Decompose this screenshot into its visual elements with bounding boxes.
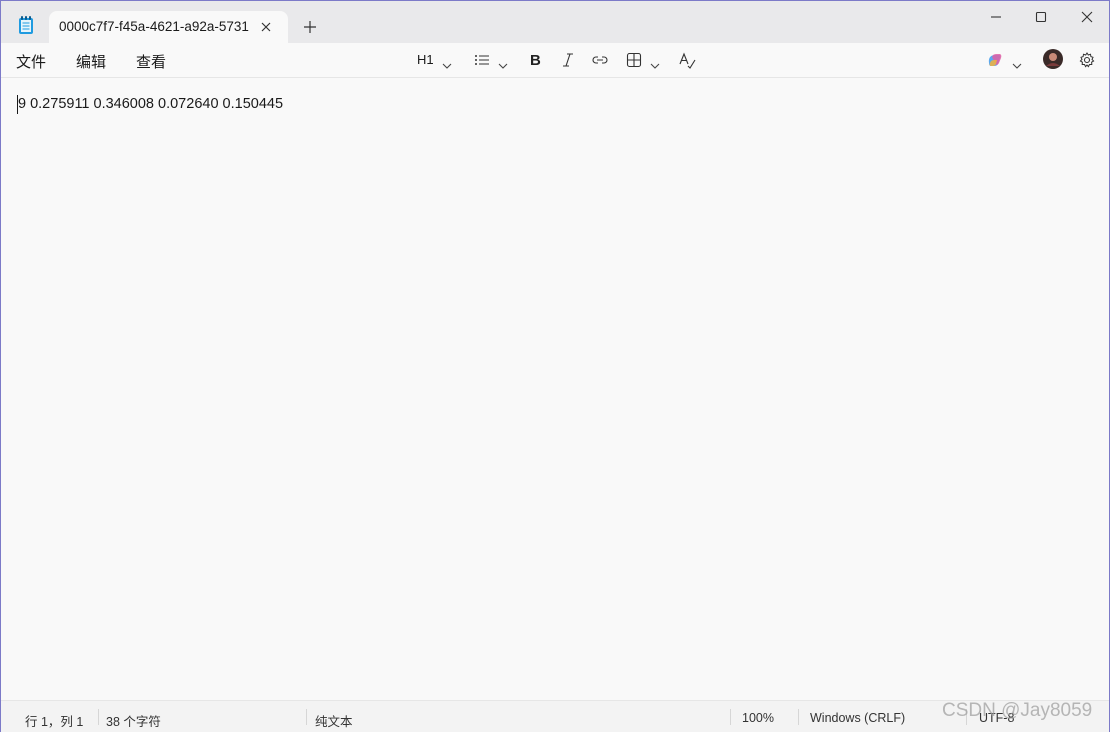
status-separator [730,709,731,725]
status-separator [306,709,307,725]
chevron-down-icon[interactable] [1012,56,1022,69]
menu-edit[interactable]: 编辑 [76,51,106,72]
notepad-window: 0000c7f7-f45a-4621-a92a-5731 文件 编辑 查看 H1 [0,0,1110,732]
avatar[interactable] [1043,49,1063,69]
copilot-icon[interactable] [986,51,1004,69]
heading-dropdown[interactable]: H1 [417,52,434,67]
italic-icon[interactable] [561,51,575,69]
new-tab-button[interactable] [303,20,317,34]
close-window-button[interactable] [1079,9,1095,25]
title-bar: 0000c7f7-f45a-4621-a92a-5731 [1,1,1109,43]
minimize-button[interactable] [988,9,1004,25]
menu-view[interactable]: 查看 [136,51,166,72]
menu-toolbar: 文件 编辑 查看 H1 B [1,43,1109,78]
menu-file[interactable]: 文件 [16,51,46,72]
text-editor[interactable]: 9 0.275911 0.346008 0.072640 0.150445 [1,78,1109,699]
spellcheck-icon[interactable] [679,51,697,69]
tab-title: 0000c7f7-f45a-4621-a92a-5731 [59,19,249,34]
list-icon[interactable] [474,51,490,69]
line-ending[interactable]: Windows (CRLF) [810,711,905,725]
link-icon[interactable] [591,51,609,69]
zoom-level[interactable]: 100% [742,711,774,725]
close-tab-icon[interactable] [259,20,273,34]
document-tab[interactable]: 0000c7f7-f45a-4621-a92a-5731 [49,11,288,43]
text-format[interactable]: 纯文本 [315,711,353,730]
chevron-down-icon[interactable] [442,56,452,69]
status-separator [98,709,99,725]
gear-icon[interactable] [1078,51,1096,69]
chevron-down-icon[interactable] [650,56,660,69]
status-separator [798,709,799,725]
document-content[interactable]: 9 0.275911 0.346008 0.072640 0.150445 [18,96,283,112]
character-count: 38 个字符 [106,715,161,729]
notepad-app-icon [17,15,35,35]
table-icon[interactable] [626,51,642,69]
svg-text:B: B [530,52,541,69]
bold-icon[interactable]: B [529,51,543,69]
cursor-position: 行 1，列 1 [25,715,84,729]
maximize-button[interactable] [1033,9,1049,25]
watermark: CSDN @Jay8059 [942,700,1093,721]
chevron-down-icon[interactable] [498,56,508,69]
